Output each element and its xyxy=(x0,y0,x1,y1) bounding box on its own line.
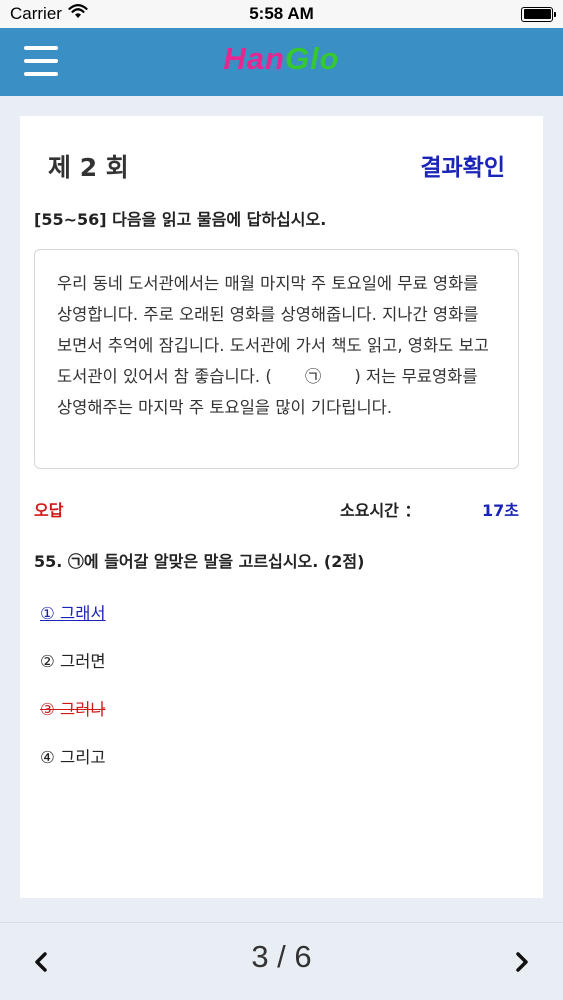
option-3[interactable]: ③ 그러나 xyxy=(40,696,106,720)
status-left: Carrier xyxy=(10,4,88,24)
option-2[interactable]: ② 그러면 xyxy=(40,648,106,672)
wifi-icon xyxy=(68,4,88,24)
status-bar: Carrier 5:58 AM xyxy=(0,0,563,28)
elapsed-time-label: 소요시간 ： xyxy=(340,501,421,520)
round-title: 제 2 회 xyxy=(48,153,129,182)
option-1[interactable]: ① 그래서 xyxy=(40,600,106,624)
option-4[interactable]: ④ 그리고 xyxy=(40,744,106,768)
next-button[interactable] xyxy=(507,947,537,977)
app-logo: HanGlo xyxy=(0,41,563,77)
check-result-button[interactable]: 결과확인 xyxy=(420,148,505,182)
question-card: 제 2 회 결과확인 [55~56] 다음을 읽고 물음에 답하십시오. 우리 … xyxy=(20,116,543,898)
pagination-bar: 3 / 6 xyxy=(0,922,563,1000)
elapsed-time-value: 17초 xyxy=(482,501,519,520)
answer-status: 오답 xyxy=(34,501,64,520)
reading-passage: 우리 동네 도서관에서는 매월 마지막 주 토요일에 무료 영화를 상영합니다.… xyxy=(34,249,519,469)
chevron-right-icon xyxy=(516,952,528,972)
carrier-label: Carrier xyxy=(10,4,62,23)
logo-han: Han xyxy=(223,41,285,76)
battery-icon xyxy=(521,6,556,22)
question-text: 55. ㉠에 들어갈 알맞은 말을 고르십시오. (2점) xyxy=(34,552,365,571)
answer-meta-row: 오답 소요시간 ： 17초 xyxy=(34,497,519,521)
logo-glo: Glo xyxy=(284,41,340,76)
app-header: HanGlo xyxy=(0,28,563,96)
instruction-text: [55~56] 다음을 읽고 물음에 답하십시오. xyxy=(34,210,327,229)
page-indicator: 3 / 6 xyxy=(251,939,312,974)
